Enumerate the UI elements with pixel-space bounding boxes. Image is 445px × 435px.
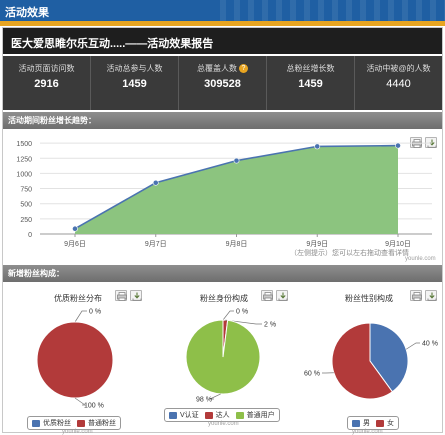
stat-value: 1459 [298, 78, 323, 90]
stat-value: 309528 [204, 78, 241, 90]
stat-page-visits: 活动页面访问数 2916 [3, 56, 91, 110]
trend-section-header: 活动期间粉丝增长趋势： [3, 112, 442, 129]
stat-coverage: 总覆盖人数? 309528 [179, 56, 267, 110]
trend-point[interactable] [72, 225, 78, 232]
stat-value: 2916 [34, 78, 59, 90]
pie-value-label: 60 % [304, 371, 320, 378]
legend-label: 女 [387, 420, 394, 427]
x-tick-label: 9月9日 [306, 240, 328, 248]
legend-label: 男 [363, 420, 370, 427]
pie-value-label: 0 % [89, 309, 101, 316]
pie1-legend: 优质粉丝 普通粉丝 [27, 416, 121, 430]
stat-value: 1459 [122, 78, 147, 90]
composition-section-header: 新增粉丝构成： [3, 265, 442, 282]
pie-leader-line [222, 310, 234, 321]
print-icon [117, 292, 127, 301]
pie-leader-line [74, 310, 87, 323]
help-icon[interactable]: ? [239, 64, 248, 74]
print-icon [412, 292, 422, 301]
stat-label: 活动总参与人数 [106, 64, 163, 73]
pie-leader-line [405, 342, 420, 350]
trend-point[interactable] [233, 157, 240, 164]
pie2-watermark: younle.com [208, 421, 239, 427]
page-title: 活动效果 [5, 7, 49, 19]
pie3-watermark: younle.com [352, 429, 383, 435]
pie-value-label: 2 % [264, 322, 276, 329]
page-header: 活动效果 [0, 0, 445, 21]
print-button[interactable] [115, 290, 127, 301]
pie2-chart: 0 % 2 % 98 % [185, 309, 276, 404]
print-button[interactable] [410, 290, 422, 301]
download-button[interactable] [425, 290, 437, 301]
stat-mentioned: 活动中被@的人数 4440 [355, 56, 442, 110]
legend-swatch [352, 419, 360, 427]
pie3-chart: 40 % 60 % [304, 322, 438, 400]
stat-label: 总覆盖人数? [179, 63, 266, 74]
header-decoration [220, 0, 445, 21]
composition-section-title: 新增粉丝构成： [8, 269, 64, 278]
stat-label: 活动页面访问数 [18, 64, 75, 73]
pie2-legend: V认证 达人 普通用户 [164, 408, 280, 422]
legend-swatch [204, 411, 213, 419]
stat-label-text: 总覆盖人数 [197, 64, 237, 73]
pie-value-label: 0 % [236, 309, 248, 316]
pie-slice[interactable] [185, 319, 261, 395]
trend-point[interactable] [395, 142, 401, 149]
trend-section-title: 活动期间粉丝增长趋势： [8, 116, 96, 125]
report-title: 医大爱思睢尔乐互动.....——活动效果报告 [11, 38, 214, 50]
x-tick-label: 9月7日 [145, 240, 167, 248]
trend-x-axis: 9月6日 9月7日 9月8日 9月9日 9月10日 [64, 234, 411, 248]
x-tick-label: 9月10日 [385, 240, 411, 248]
stat-value: 4440 [386, 78, 411, 90]
y-tick-label: 1000 [16, 171, 32, 178]
stat-participants: 活动总参与人数 1459 [91, 56, 179, 110]
pie-slice[interactable] [36, 321, 114, 399]
x-tick-label: 9月6日 [64, 240, 86, 248]
legend-label: V认证 [180, 412, 199, 419]
legend-label: 普通用户 [246, 412, 275, 419]
header-accent-bar [0, 21, 445, 26]
legend-swatch [77, 419, 85, 427]
legend-swatch [32, 419, 40, 427]
legend-label: 普通粉丝 [88, 420, 116, 427]
trend-chart: 0250500750100012501500 9月6日 9月7日 9月8日 9月9日 9… [16, 141, 432, 248]
pie-value-label: 40 % [422, 341, 438, 348]
pie1-watermark: younle.com [62, 429, 93, 435]
legend-swatch [376, 419, 384, 427]
stat-follower-growth: 总粉丝增长数 1459 [267, 56, 355, 110]
download-icon [427, 292, 437, 301]
pie3-legend: 男 女 [347, 416, 399, 430]
legend-swatch [169, 411, 177, 419]
trend-point[interactable] [152, 179, 159, 186]
trend-hint: （左侧提示）您可以左右拖动查看详情 [290, 250, 409, 257]
trend-y-axis: 0 250 500 750 1000 1250 1500 [16, 141, 32, 239]
y-tick-label: 500 [20, 202, 32, 209]
stat-label: 总粉丝增长数 [286, 64, 335, 73]
stats-bar: 活动页面访问数 2916 活动总参与人数 1459 总覆盖人数? 309528 … [3, 56, 442, 110]
x-tick-label: 9月8日 [226, 240, 248, 248]
trend-watermark: younle.com [405, 256, 436, 262]
pie1-chart: 0 % 100 % [36, 309, 114, 410]
trend-point[interactable] [314, 143, 321, 150]
y-tick-label: 750 [20, 187, 32, 194]
legend-swatch [235, 411, 244, 419]
report-title-bar: 医大爱思睢尔乐互动.....——活动效果报告 [3, 28, 442, 54]
legend-label: 优质粉丝 [43, 420, 71, 427]
y-tick-label: 1500 [16, 141, 32, 148]
legend-label: 达人 [215, 412, 230, 419]
y-tick-label: 1250 [16, 156, 32, 163]
stat-label: 活动中被@的人数 [366, 64, 431, 73]
y-tick-label: 0 [28, 232, 32, 239]
pie-value-label: 100 % [84, 403, 104, 410]
y-tick-label: 250 [20, 217, 32, 224]
download-icon [132, 292, 142, 301]
pie-value-label: 98 % [196, 397, 212, 404]
download-button[interactable] [130, 290, 142, 301]
